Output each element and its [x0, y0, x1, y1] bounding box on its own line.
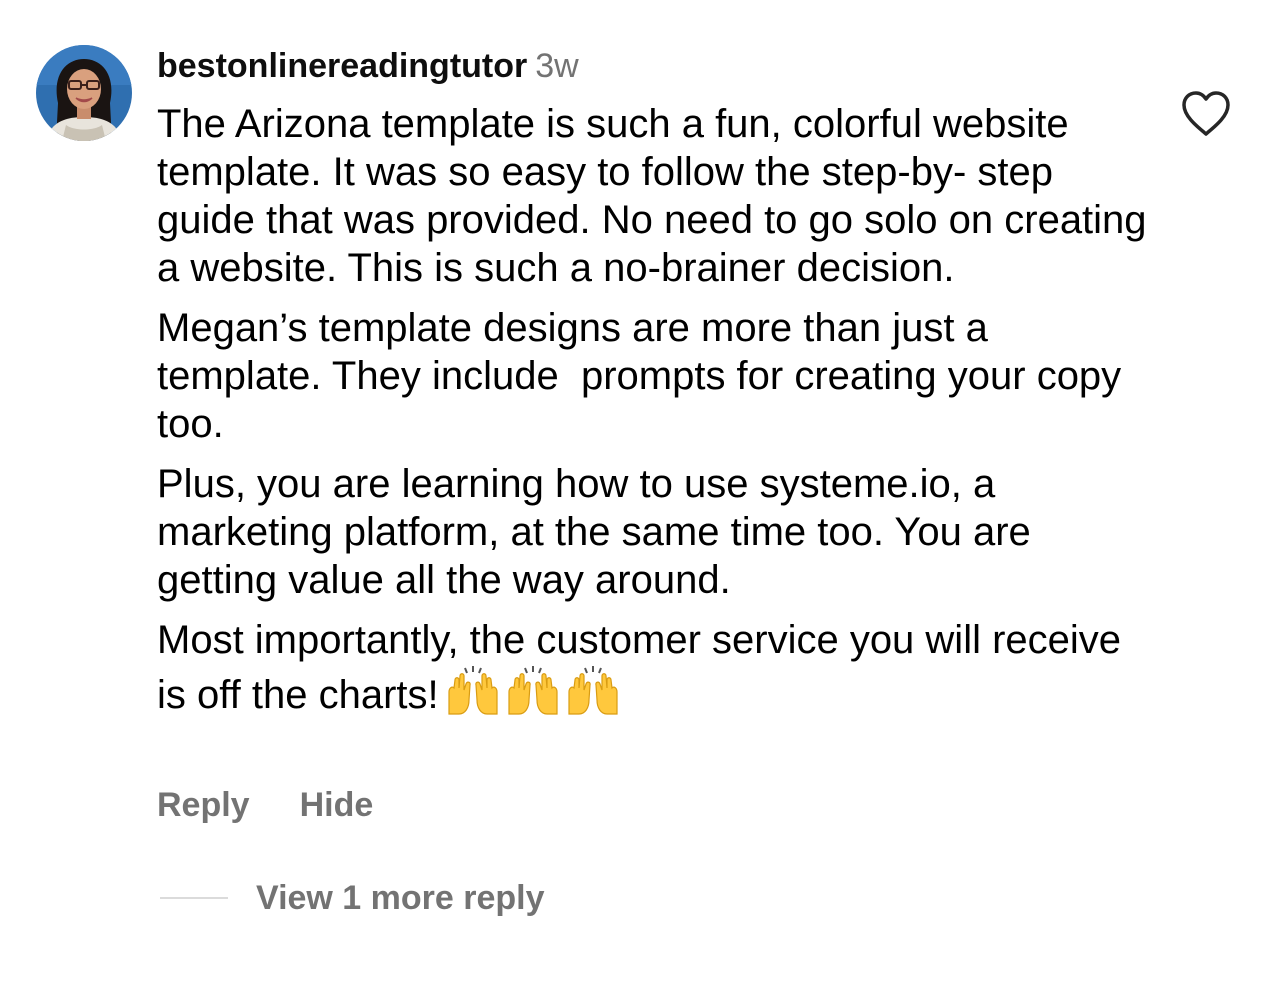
comment-paragraph: The Arizona template is such a fun, colo…: [157, 102, 1158, 290]
comment-header: bestonlinereadingtutor 3w: [157, 44, 579, 88]
avatar[interactable]: [36, 45, 132, 141]
hide-button[interactable]: Hide: [300, 783, 374, 827]
heart-outline-icon: [1182, 91, 1230, 136]
emoji-group: [445, 664, 625, 727]
raising-hands-emoji-icon: [508, 666, 558, 715]
replies-divider: [160, 897, 228, 899]
comment-body: The Arizona template is such a fun, colo…: [157, 100, 1147, 739]
view-more-replies-button[interactable]: View 1 more reply: [256, 879, 545, 917]
like-button[interactable]: [1180, 90, 1232, 138]
comment-actions: Reply Hide: [157, 783, 373, 827]
comment-timestamp: 3w: [535, 47, 579, 85]
reply-button[interactable]: Reply: [157, 783, 250, 827]
username-link[interactable]: bestonlinereadingtutor: [157, 47, 527, 85]
view-replies-row: View 1 more reply: [160, 876, 545, 920]
comment-paragraph: Plus, you are learning how to use system…: [157, 462, 1042, 602]
raising-hands-emoji-icon: [568, 666, 618, 715]
comment-paragraph-text: Most importantly, the customer service y…: [157, 618, 1133, 717]
raising-hands-emoji-icon: [448, 666, 498, 715]
profile-photo-avatar: [36, 45, 132, 141]
comment-paragraph-last: Most importantly, the customer service y…: [157, 616, 1147, 727]
comment-paragraph: Megan’s template designs are more than j…: [157, 306, 1133, 446]
comment-item: bestonlinereadingtutor 3w The Arizona tem…: [0, 0, 1267, 990]
